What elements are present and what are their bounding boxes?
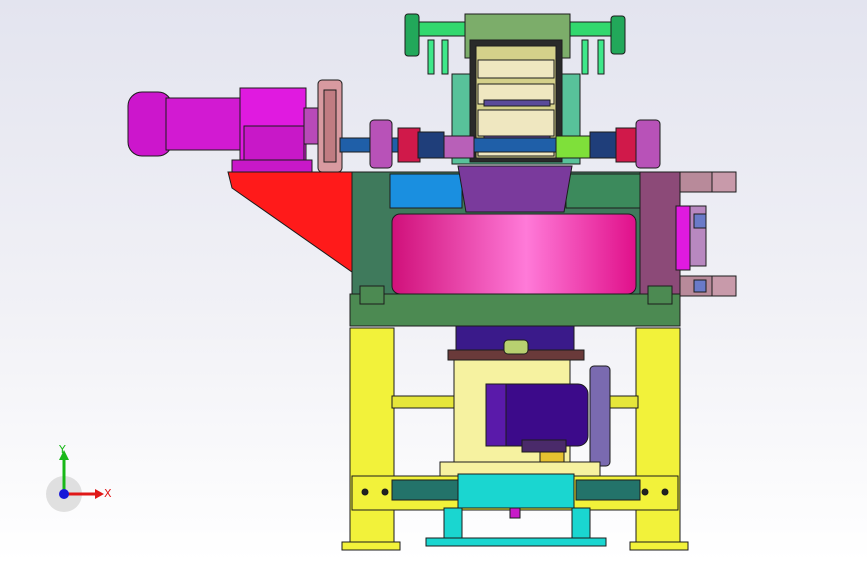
x-axis-label: X [104, 487, 112, 500]
bottom-crossbar [351, 473, 679, 547]
coordinate-triad: Y X [40, 436, 130, 516]
triad-axes-icon [46, 450, 104, 512]
machine-assembly-model[interactable] [0, 0, 867, 562]
feed-hopper [227, 171, 353, 273]
lower-drive-unit [439, 325, 611, 477]
graphics-viewport[interactable]: Y X [0, 0, 867, 562]
rotary-drum [391, 213, 637, 295]
y-axis-label: Y [59, 443, 66, 456]
left-drive-motor [127, 79, 343, 173]
